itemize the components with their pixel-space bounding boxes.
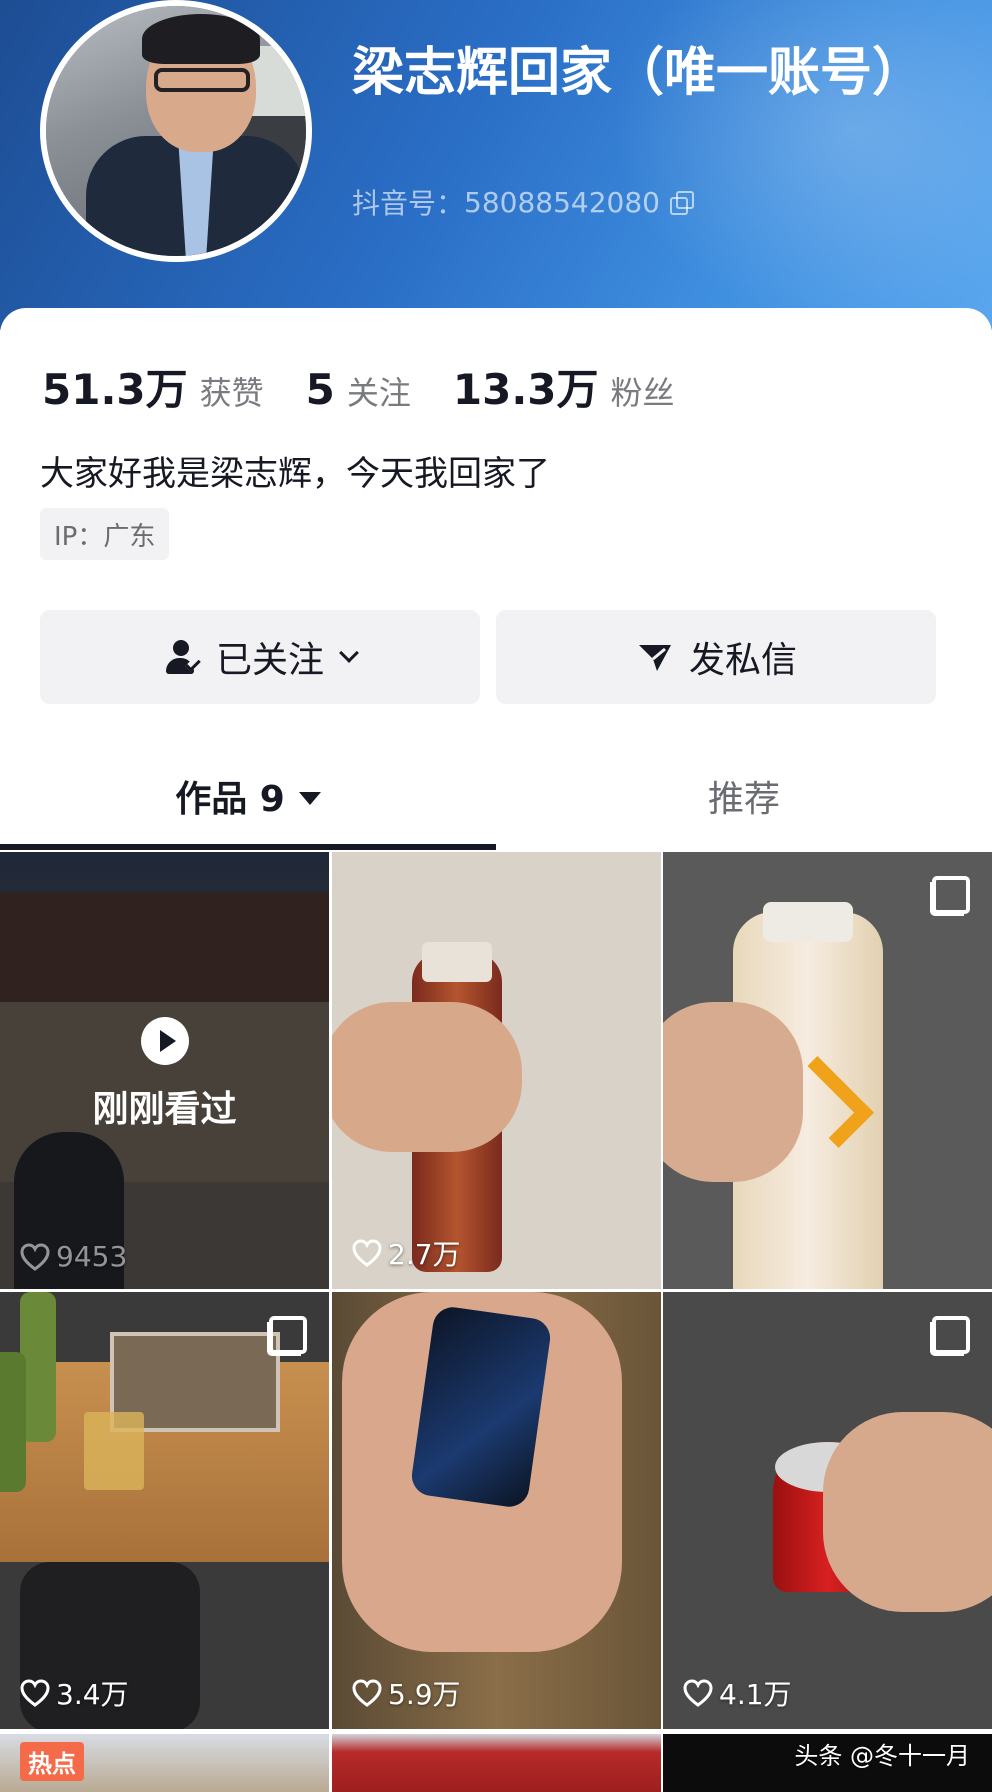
video-tile[interactable]	[332, 1734, 661, 1792]
tab-recommend[interactable]: 推荐	[496, 746, 992, 846]
message-button-label: 发私信	[688, 640, 797, 681]
followed-button-label: 已关注	[215, 640, 324, 681]
heart-icon	[352, 1239, 382, 1267]
message-button[interactable]: 发私信	[496, 610, 936, 704]
multi-image-icon	[930, 1316, 970, 1356]
content-tabs: 作品 9 推荐	[0, 746, 992, 846]
like-count-value: 9453	[56, 1240, 128, 1273]
copy-icon[interactable]	[669, 191, 694, 215]
multi-image-icon	[930, 876, 970, 916]
user-check-icon	[164, 638, 202, 676]
like-count: 3.4万	[20, 1673, 129, 1713]
stat-following[interactable]: 5 关注	[306, 365, 411, 414]
chevron-down-icon	[339, 643, 359, 663]
video-tile[interactable]: 3.4万	[0, 1292, 329, 1729]
stat-followers[interactable]: 13.3万 粉丝	[453, 356, 675, 417]
multi-image-icon	[267, 1316, 307, 1356]
following-count: 5	[305, 365, 335, 414]
account-id-value: 58088542080	[464, 185, 660, 219]
like-count-value: 5.9万	[388, 1678, 461, 1711]
followed-button[interactable]: 已关注	[40, 610, 480, 704]
play-icon	[141, 1017, 189, 1065]
account-id-label: 抖音号：	[352, 187, 465, 220]
video-tile[interactable]: 4.1万	[663, 1292, 992, 1729]
heart-icon	[20, 1242, 50, 1271]
recently-viewed-label: 刚刚看过	[92, 1089, 237, 1130]
caret-down-icon	[298, 791, 321, 805]
likes-label: 获赞	[199, 374, 264, 412]
video-tile[interactable]: 5.9万	[332, 1292, 661, 1729]
video-tile[interactable]: 刚刚看过 9453	[0, 852, 329, 1289]
like-count: 5.9万	[352, 1673, 461, 1713]
hot-tag: 热点	[20, 1742, 84, 1781]
like-count-value: 2.7万	[388, 1238, 461, 1271]
likes-count: 51.3万	[42, 365, 188, 414]
tab-works[interactable]: 作品 9	[0, 746, 496, 846]
profile-header: 梁志辉回家（唯一账号） 抖音号： 58088542080	[0, 0, 992, 330]
like-count-value: 4.1万	[719, 1678, 792, 1711]
like-count: 9453	[20, 1240, 127, 1273]
video-tile[interactable]: 2.7万	[332, 852, 661, 1289]
heart-icon	[683, 1679, 713, 1707]
bio-text: 大家好我是梁志辉，今天我回家了	[40, 454, 550, 494]
following-label: 关注	[346, 374, 411, 412]
like-count-value: 3.4万	[56, 1678, 129, 1711]
tab-works-label: 作品 9	[175, 779, 285, 820]
followers-label: 粉丝	[610, 374, 675, 412]
send-icon	[638, 645, 671, 671]
heart-icon	[352, 1679, 382, 1707]
heart-icon	[20, 1679, 50, 1707]
ip-location-tag: IP：广东	[40, 508, 170, 560]
watermark: 头条 @冬十一月	[794, 1742, 970, 1770]
avatar[interactable]	[40, 0, 312, 262]
tab-recommend-label: 推荐	[707, 779, 780, 820]
stats-row: 51.3万 获赞 5 关注 13.3万 粉丝	[42, 356, 675, 417]
like-count: 2.7万	[352, 1233, 461, 1273]
video-tile[interactable]: 热点	[0, 1734, 329, 1792]
active-tab-indicator	[0, 844, 496, 850]
like-count: 4.1万	[683, 1673, 792, 1713]
profile-name: 梁志辉回家（唯一账号）	[352, 43, 925, 103]
video-tile[interactable]	[663, 852, 992, 1289]
account-id[interactable]: 抖音号： 58088542080	[352, 182, 694, 222]
followers-count: 13.3万	[452, 365, 599, 414]
stat-likes[interactable]: 51.3万 获赞	[42, 356, 264, 417]
